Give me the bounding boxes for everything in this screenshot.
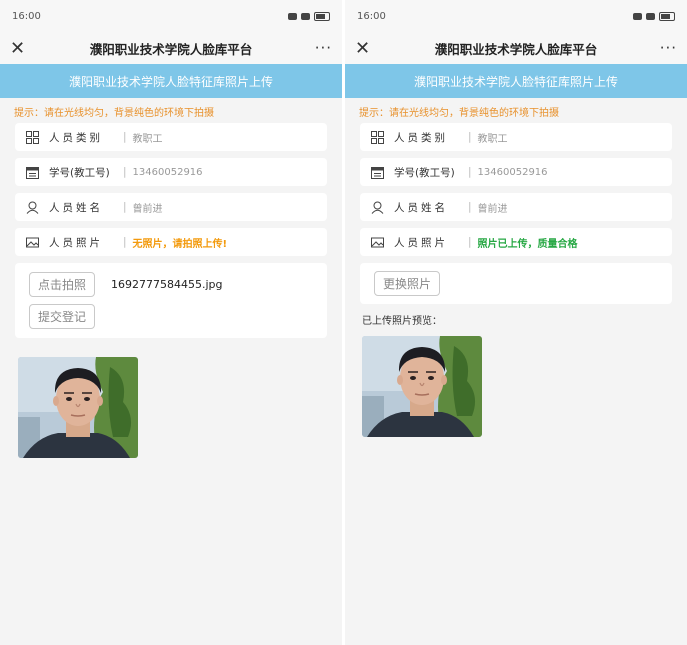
notification-icon	[633, 12, 642, 20]
image-icon	[370, 235, 384, 249]
status-time: 16:00	[357, 10, 386, 22]
name-row: 人员姓名 | 曾前进	[15, 193, 327, 221]
photo-label: 人员照片	[49, 236, 103, 249]
id-row: 学号(教工号) | 13460052916	[15, 158, 327, 186]
phone-screen-before-upload: 16:00 ✕ 濮阳职业技术学院人脸库平台 ··· 濮阳职业技术学院人脸特征库照…	[0, 0, 342, 645]
capture-photo-button[interactable]: 点击拍照	[29, 272, 96, 297]
shooting-hint: 提示：请在光线均匀，背景纯色的环境下拍摄	[14, 108, 214, 119]
photo-status-row: 人员照片 | 照片已上传，质量合格	[360, 228, 672, 256]
upload-banner: 濮阳职业技术学院人脸特征库照片上传	[345, 64, 687, 98]
close-icon[interactable]: ✕	[10, 38, 30, 59]
id-value[interactable]: 13460052916	[133, 167, 203, 178]
more-options-icon[interactable]: ···	[312, 39, 332, 57]
name-label: 人员姓名	[49, 201, 103, 214]
id-label: 学号(教工号)	[394, 166, 455, 179]
id-label: 学号(教工号)	[49, 166, 110, 179]
grid-icon	[370, 130, 384, 144]
status-time: 16:00	[12, 10, 41, 22]
calendar-icon	[370, 165, 384, 179]
name-label: 人员姓名	[394, 201, 448, 214]
page-title: 濮阳职业技术学院人脸库平台	[89, 41, 253, 57]
category-row: 人员类别 | 教职工	[360, 123, 672, 151]
status-bar: 16:00	[0, 0, 342, 32]
preview-label: 已上传照片预览：	[362, 316, 442, 327]
uploaded-photo-preview	[362, 336, 482, 437]
category-row: 人员类别 | 教职工	[15, 123, 327, 151]
nav-bar: ✕ 濮阳职业技术学院人脸库平台 ···	[345, 32, 687, 64]
grid-icon	[25, 130, 39, 144]
phone-screen-after-upload: 16:00 ✕ 濮阳职业技术学院人脸库平台 ··· 濮阳职业技术学院人脸特征库照…	[345, 0, 687, 645]
photo-status-row: 人员照片 | 无照片，请拍照上传!	[15, 228, 327, 256]
calendar-icon	[25, 165, 39, 179]
id-value[interactable]: 13460052916	[478, 167, 548, 178]
name-row: 人员姓名 | 曾前进	[360, 193, 672, 221]
nav-bar: ✕ 濮阳职业技术学院人脸库平台 ···	[0, 32, 342, 64]
battery-icon	[659, 11, 675, 21]
battery-icon	[314, 11, 330, 21]
change-photo-button[interactable]: 更换照片	[374, 271, 441, 296]
id-row: 学号(教工号) | 13460052916	[360, 158, 672, 186]
close-icon[interactable]: ✕	[355, 38, 375, 59]
status-icons	[288, 11, 330, 21]
photo-status: 无照片，请拍照上传!	[132, 238, 228, 250]
more-options-icon[interactable]: ···	[657, 39, 677, 57]
category-label: 人员类别	[394, 131, 448, 144]
photo-label: 人员照片	[394, 236, 448, 249]
status-bar: 16:00	[345, 0, 687, 32]
signal-icon	[646, 12, 655, 20]
person-icon	[25, 200, 39, 214]
photo-status: 照片已上传，质量合格	[477, 238, 578, 250]
category-label: 人员类别	[49, 131, 103, 144]
name-value[interactable]: 曾前进	[478, 200, 508, 215]
image-icon	[25, 235, 39, 249]
category-value[interactable]: 教职工	[478, 130, 508, 145]
captured-photo	[18, 357, 138, 458]
photo-actions-panel: 点击拍照 1692777584455.jpg 提交登记	[15, 263, 327, 338]
photo-actions-panel: 更换照片	[360, 263, 672, 304]
status-icons	[633, 11, 675, 21]
submit-registration-button[interactable]: 提交登记	[29, 304, 96, 329]
person-icon	[370, 200, 384, 214]
signal-icon	[301, 12, 310, 20]
page-title: 濮阳职业技术学院人脸库平台	[434, 41, 598, 57]
name-value[interactable]: 曾前进	[133, 200, 163, 215]
notification-icon	[288, 12, 297, 20]
file-name: 1692777584455.jpg	[111, 278, 223, 291]
category-value[interactable]: 教职工	[133, 130, 163, 145]
shooting-hint: 提示：请在光线均匀，背景纯色的环境下拍摄	[359, 108, 559, 119]
upload-banner: 濮阳职业技术学院人脸特征库照片上传	[0, 64, 342, 98]
